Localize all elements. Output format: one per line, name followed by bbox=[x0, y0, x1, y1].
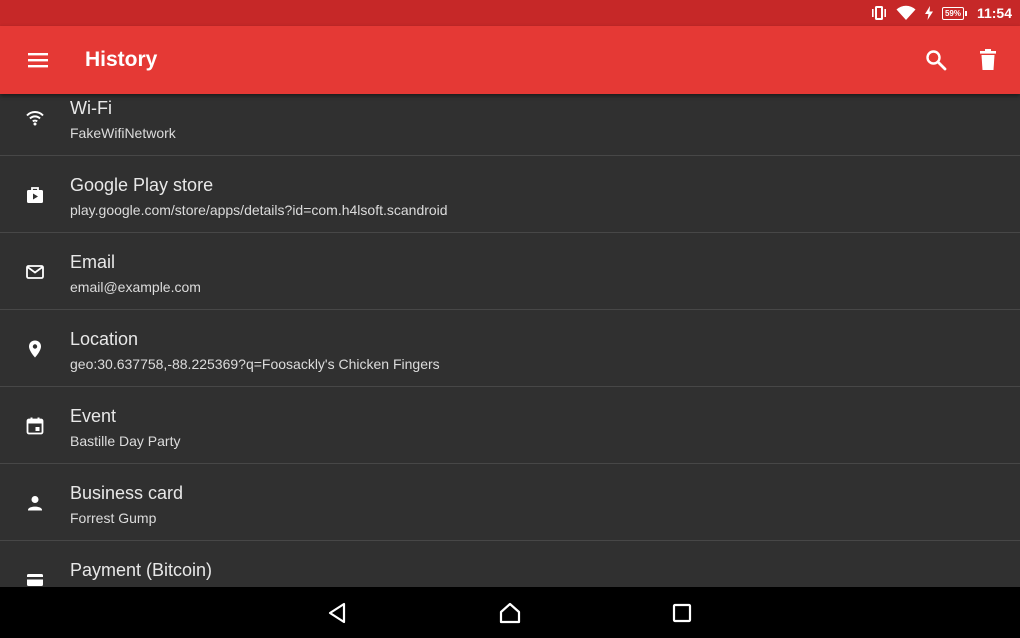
wifi-icon bbox=[896, 5, 916, 21]
contact-icon bbox=[25, 493, 45, 513]
list-item[interactable]: Event Bastille Day Party bbox=[0, 387, 1020, 464]
charging-icon bbox=[924, 5, 934, 21]
clock: 11:54 bbox=[976, 5, 1012, 21]
list-item[interactable]: Business card Forrest Gump bbox=[0, 464, 1020, 541]
delete-icon[interactable] bbox=[976, 48, 1000, 72]
status-bar: 59% 11:54 bbox=[0, 0, 1020, 26]
item-type: Business card bbox=[70, 483, 184, 503]
payment-icon bbox=[25, 570, 45, 587]
list-item[interactable]: Payment (Bitcoin) bbox=[0, 541, 1020, 587]
app-toolbar: History bbox=[0, 26, 1020, 94]
item-type: Google Play store bbox=[70, 175, 214, 195]
item-type: Email bbox=[70, 252, 116, 272]
item-type: Location bbox=[70, 329, 139, 349]
list-item[interactable]: Google Play store play.google.com/store/… bbox=[0, 156, 1020, 233]
item-value: FakeWifiNetwork bbox=[70, 125, 176, 141]
home-icon[interactable] bbox=[498, 601, 522, 625]
item-value: Forrest Gump bbox=[70, 510, 157, 526]
event-icon bbox=[25, 416, 45, 436]
location-icon bbox=[25, 339, 45, 359]
item-value: email@example.com bbox=[70, 279, 201, 295]
email-icon bbox=[25, 262, 45, 282]
recents-icon[interactable] bbox=[670, 601, 694, 625]
back-icon[interactable] bbox=[326, 601, 350, 625]
menu-icon[interactable] bbox=[26, 48, 50, 72]
item-type: Event bbox=[70, 406, 117, 426]
item-value: play.google.com/store/apps/details?id=co… bbox=[70, 202, 448, 218]
history-list[interactable]: Wi-Fi FakeWifiNetwork Google Play store … bbox=[0, 94, 1020, 587]
item-value: Bastille Day Party bbox=[70, 433, 181, 449]
search-icon[interactable] bbox=[924, 48, 948, 72]
item-value: geo:30.637758,-88.225369?q=Foosackly's C… bbox=[70, 356, 440, 372]
battery-level: 59% bbox=[941, 6, 967, 20]
vibrate-icon bbox=[870, 5, 888, 21]
item-type: Wi-Fi bbox=[70, 98, 112, 118]
item-type: Payment (Bitcoin) bbox=[70, 560, 213, 580]
battery-icon: 59% bbox=[941, 6, 967, 20]
list-item[interactable]: Email email@example.com bbox=[0, 233, 1020, 310]
navigation-bar bbox=[0, 587, 1020, 638]
list-item[interactable]: Wi-Fi FakeWifiNetwork bbox=[0, 94, 1020, 156]
page-title: History bbox=[85, 48, 158, 71]
list-item[interactable]: Location geo:30.637758,-88.225369?q=Foos… bbox=[0, 310, 1020, 387]
store-icon bbox=[25, 185, 45, 205]
wifi-icon bbox=[25, 108, 45, 128]
